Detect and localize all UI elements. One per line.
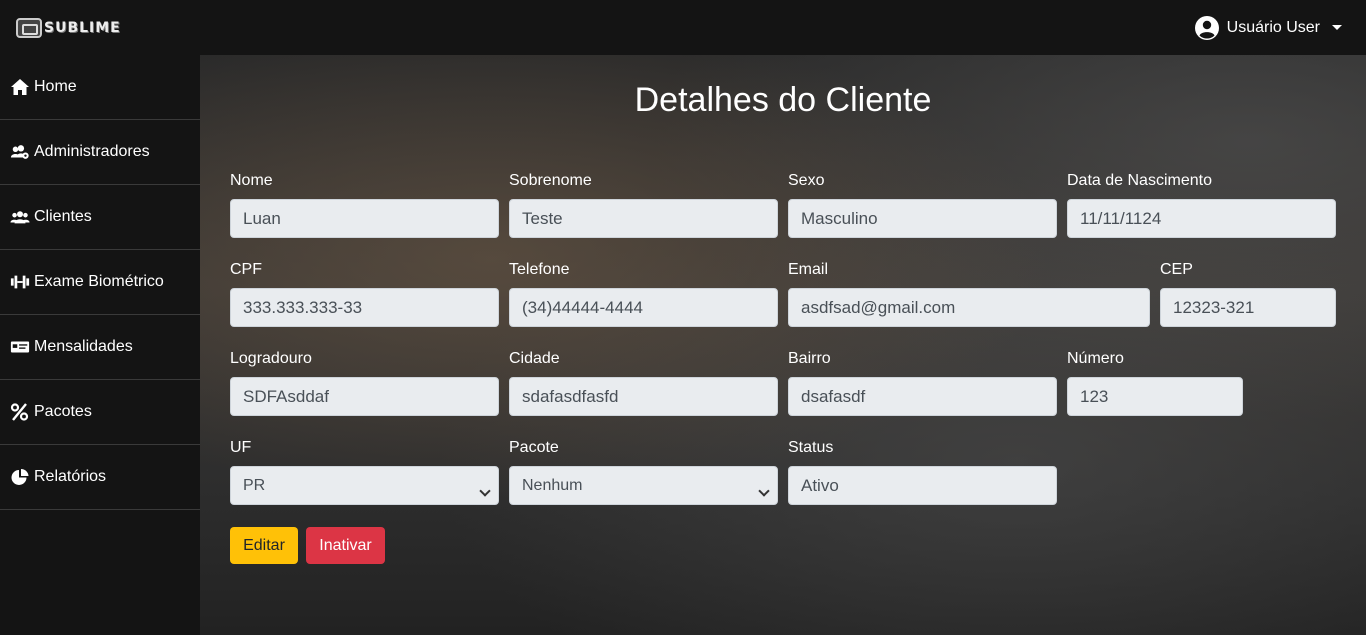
users-cog-icon: [10, 145, 29, 159]
chevron-down-icon: [1332, 25, 1342, 30]
uf-select[interactable]: PR: [230, 466, 499, 505]
field-label: Nome: [230, 172, 273, 189]
field-label: CPF: [230, 261, 262, 278]
field-sexo: Sexo: [788, 172, 1057, 238]
sidebar-item-label: Administradores: [34, 143, 150, 160]
user-menu-label: Usuário User: [1226, 18, 1320, 36]
user-circle-icon: [1194, 15, 1219, 40]
percent-icon: [10, 403, 29, 421]
field-label: UF: [230, 439, 252, 456]
top-navbar: SUBLIME Usuário User: [0, 0, 1366, 55]
cidade-input[interactable]: [509, 377, 778, 416]
field-pacote: Pacote Nenhum: [509, 439, 778, 505]
field-label: Cidade: [509, 350, 560, 367]
sidebar-item-label: Home: [34, 78, 77, 95]
field-uf: UF PR: [230, 439, 499, 505]
sidebar-item-label: Exame Biométrico: [34, 273, 164, 290]
user-menu-dropdown[interactable]: Usuário User: [1194, 15, 1350, 40]
pie-chart-icon: [11, 468, 29, 485]
sidebar-item-administradores[interactable]: Administradores: [0, 120, 200, 185]
edit-button[interactable]: Editar: [230, 527, 298, 564]
field-status: Status: [788, 439, 1057, 505]
field-numero: Número: [1067, 350, 1243, 416]
field-logradouro: Logradouro: [230, 350, 499, 416]
brand-name: SUBLIME: [44, 19, 121, 36]
page-title: Detalhes do Cliente: [634, 81, 932, 119]
field-sobrenome: Sobrenome: [509, 172, 778, 238]
field-telefone: Telefone: [509, 261, 778, 327]
dumbbell-icon: [10, 275, 30, 289]
field-email: Email: [788, 261, 1150, 327]
field-label: Pacote: [509, 439, 559, 456]
field-label: Status: [788, 439, 834, 456]
sidebar-item-pacotes[interactable]: Pacotes: [0, 380, 200, 445]
home-icon: [11, 79, 29, 95]
field-cep: CEP: [1160, 261, 1336, 327]
field-label: Sobrenome: [509, 172, 592, 189]
numero-input[interactable]: [1067, 377, 1243, 416]
sidebar: Home Administradores Clientes Exame Biom…: [0, 55, 200, 635]
telefone-input[interactable]: [509, 288, 778, 327]
field-label: Sexo: [788, 172, 825, 189]
field-cidade: Cidade: [509, 350, 778, 416]
sublime-logo-icon: [16, 17, 42, 38]
main-content: Detalhes do Cliente Nome Sobrenome Sexo …: [200, 55, 1366, 635]
cep-input[interactable]: [1160, 288, 1336, 327]
sidebar-item-relatorios[interactable]: Relatórios: [0, 445, 200, 510]
sidebar-item-home[interactable]: Home: [0, 55, 200, 120]
status-input[interactable]: [788, 466, 1057, 505]
cpf-input[interactable]: [230, 288, 499, 327]
email-input[interactable]: [788, 288, 1150, 327]
sidebar-item-label: Relatórios: [34, 468, 107, 485]
field-label: Telefone: [509, 261, 570, 278]
sidebar-item-label: Pacotes: [34, 403, 92, 420]
field-data-nascimento: Data de Nascimento: [1067, 172, 1336, 238]
sobrenome-input[interactable]: [509, 199, 778, 238]
inactivate-button[interactable]: Inativar: [306, 527, 385, 564]
sexo-input[interactable]: [788, 199, 1057, 238]
field-label: Número: [1067, 350, 1124, 367]
users-icon: [10, 211, 30, 224]
money-card-icon: [10, 341, 30, 353]
field-label: Data de Nascimento: [1067, 172, 1212, 189]
logradouro-input[interactable]: [230, 377, 499, 416]
data-nascimento-input[interactable]: [1067, 199, 1336, 238]
sidebar-item-mensalidades[interactable]: Mensalidades: [0, 315, 200, 380]
brand-logo[interactable]: SUBLIME: [16, 17, 121, 38]
nome-input[interactable]: [230, 199, 499, 238]
field-label: Logradouro: [230, 350, 312, 367]
field-nome: Nome: [230, 172, 499, 238]
bairro-input[interactable]: [788, 377, 1057, 416]
pacote-select[interactable]: Nenhum: [509, 466, 778, 505]
field-label: CEP: [1160, 261, 1193, 278]
field-cpf: CPF: [230, 261, 499, 327]
sidebar-item-label: Mensalidades: [34, 338, 133, 355]
uf-select-wrapper: PR: [230, 466, 499, 505]
pacote-select-wrapper: Nenhum: [509, 466, 778, 505]
sidebar-item-exame-biometrico[interactable]: Exame Biométrico: [0, 250, 200, 315]
field-label: Bairro: [788, 350, 831, 367]
field-bairro: Bairro: [788, 350, 1057, 416]
sidebar-item-label: Clientes: [34, 208, 92, 225]
field-label: Email: [788, 261, 829, 278]
sidebar-item-clientes[interactable]: Clientes: [0, 185, 200, 250]
